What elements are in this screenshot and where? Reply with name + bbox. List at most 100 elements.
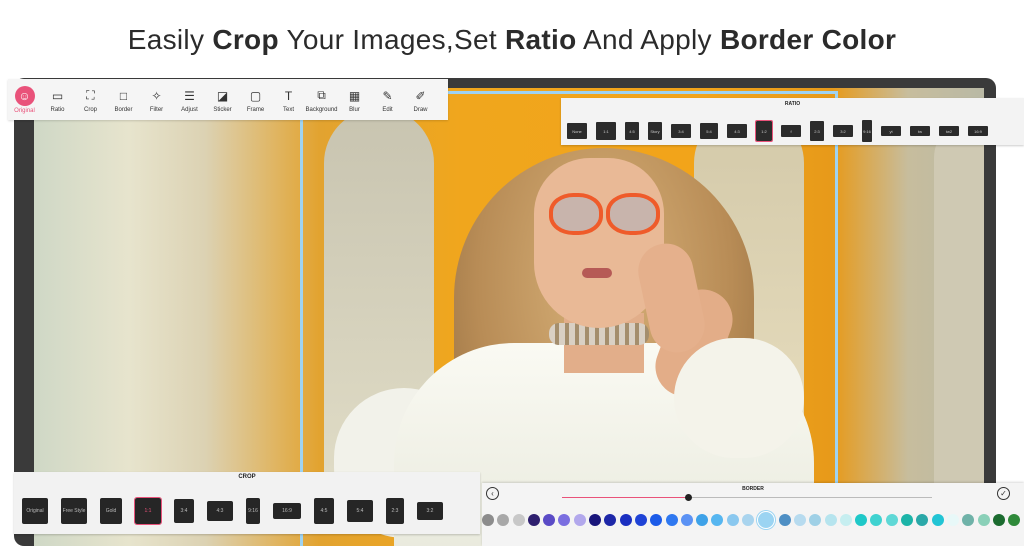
color-swatch[interactable] <box>870 514 883 526</box>
color-swatch[interactable] <box>665 514 678 526</box>
crop-option[interactable]: 5:4 <box>347 500 373 522</box>
color-swatch[interactable] <box>824 514 837 526</box>
tool-text[interactable]: T Text <box>272 87 305 113</box>
crop-option[interactable]: Free Style <box>61 498 87 524</box>
crop-option[interactable]: 16:9 <box>273 503 301 519</box>
ratio-panel-title: RATIO <box>784 101 801 107</box>
color-swatch[interactable] <box>726 514 739 526</box>
tool-original[interactable]: ☺ Original <box>8 85 41 114</box>
background-icon: ⧉ <box>317 88 326 102</box>
color-swatch[interactable] <box>855 514 868 526</box>
ratio-option[interactable]: None <box>567 123 587 139</box>
tool-background[interactable]: ⧉ Background <box>305 87 338 113</box>
crop-option[interactable]: 3:2 <box>417 502 443 520</box>
color-swatch[interactable] <box>742 514 755 526</box>
tool-label: Sticker <box>213 106 232 113</box>
tool-ratio[interactable]: ▭ Ratio <box>41 87 74 113</box>
tool-bar: ☺ Original ▭ Ratio ⛶ Crop □ Border ✧ Filter ☰ Adjus… <box>8 79 448 120</box>
ratio-option[interactable]: 1:2 <box>755 120 773 142</box>
color-swatch[interactable] <box>527 514 540 526</box>
crop-option[interactable]: 9:16 <box>246 498 260 524</box>
tool-draw[interactable]: ✐ Draw <box>404 87 437 113</box>
tool-adjust[interactable]: ☰ Adjust <box>173 87 206 113</box>
ratio-option[interactable]: f <box>781 125 801 137</box>
crop-option[interactable]: 4:5 <box>314 498 334 524</box>
color-swatch[interactable] <box>962 514 975 526</box>
color-swatch[interactable] <box>482 514 494 526</box>
color-swatch[interactable] <box>696 514 709 526</box>
tool-sticker[interactable]: ◪ Sticker <box>206 87 239 113</box>
frame-icon: ▢ <box>249 88 262 103</box>
color-swatch[interactable] <box>793 514 806 526</box>
headline-text: Your Images,Set <box>278 24 506 55</box>
tool-label: Adjust <box>181 106 198 113</box>
color-swatch[interactable] <box>885 514 898 526</box>
ratio-panel: RATIO None 1:1 4:5 Story 3:4 5:4 4:3 1:2 f 2:3 3:2… <box>561 98 1024 145</box>
color-swatch[interactable] <box>839 514 852 526</box>
original-icon: ☺ <box>14 85 35 106</box>
tool-label: Filter <box>149 106 164 113</box>
ratio-option[interactable]: tw <box>910 126 930 136</box>
ratio-option[interactable]: 4:5 <box>625 122 639 140</box>
tool-blur[interactable]: ▦ Blur <box>338 87 371 113</box>
tool-label: Edit <box>382 106 393 113</box>
tool-label: Crop <box>83 106 97 113</box>
ratio-option[interactable]: 4:3 <box>727 124 747 138</box>
tool-label: Blur <box>349 106 360 113</box>
ratio-option[interactable]: tw2 <box>939 126 959 136</box>
color-swatch[interactable] <box>589 514 602 526</box>
headline-bold: Crop <box>212 24 279 55</box>
border-panel: ‹ BORDER ✓ <box>482 483 1024 546</box>
color-swatch[interactable] <box>757 511 776 529</box>
crop-option[interactable]: Gold <box>100 498 122 524</box>
color-swatch[interactable] <box>573 514 586 526</box>
tool-frame[interactable]: ▢ Frame <box>239 87 272 113</box>
draw-icon: ✐ <box>415 88 426 103</box>
color-swatch[interactable] <box>931 514 944 526</box>
adjust-icon: ☰ <box>184 88 195 103</box>
tool-crop[interactable]: ⛶ Crop <box>74 87 107 113</box>
color-swatch[interactable] <box>543 514 556 526</box>
color-swatch[interactable] <box>512 514 525 526</box>
color-swatch[interactable] <box>809 514 822 526</box>
tool-filter[interactable]: ✧ Filter <box>140 87 173 113</box>
color-swatch[interactable] <box>619 514 632 526</box>
ratio-option[interactable]: 16:9 <box>968 126 988 136</box>
crop-option[interactable]: 3:4 <box>174 499 194 523</box>
color-swatch[interactable] <box>634 514 647 526</box>
tool-border[interactable]: □ Border <box>107 87 140 113</box>
check-icon[interactable]: ✓ <box>997 487 1010 500</box>
tool-label: Border <box>114 106 133 113</box>
color-swatch[interactable] <box>711 514 724 526</box>
tool-edit[interactable]: ✎ Edit <box>371 87 404 113</box>
ratio-option[interactable]: yt <box>881 126 901 136</box>
color-swatches <box>482 511 1023 529</box>
ratio-option[interactable]: 2:3 <box>810 121 824 141</box>
crop-option[interactable]: 2:3 <box>386 498 404 524</box>
color-swatch[interactable] <box>650 514 663 526</box>
color-swatch[interactable] <box>1008 514 1021 526</box>
color-swatch[interactable] <box>946 514 959 526</box>
ratio-option[interactable]: 5:4 <box>700 123 718 139</box>
color-swatch[interactable] <box>497 514 510 526</box>
crop-option[interactable]: 1:1 <box>134 497 162 525</box>
ratio-option[interactable]: 3:2 <box>833 125 853 137</box>
color-swatch[interactable] <box>558 514 571 526</box>
color-swatch[interactable] <box>977 514 990 526</box>
headline: Easily Crop Your Images,Set Ratio And Ap… <box>0 24 1024 56</box>
color-swatch[interactable] <box>604 514 617 526</box>
color-swatch[interactable] <box>680 514 693 526</box>
ratio-option[interactable]: Story <box>648 122 662 140</box>
color-swatch[interactable] <box>901 514 914 526</box>
crop-option[interactable]: Original <box>22 498 48 524</box>
color-swatch[interactable] <box>778 514 791 526</box>
ratio-option[interactable]: 3:4 <box>671 124 691 138</box>
tool-label: Original <box>14 107 35 114</box>
color-swatch[interactable] <box>992 514 1005 526</box>
slider-knob[interactable] <box>684 494 692 501</box>
ratio-option[interactable]: 1:1 <box>596 122 616 140</box>
ratio-option[interactable]: 9:16 <box>862 120 872 142</box>
color-swatch[interactable] <box>916 514 929 526</box>
background-arch <box>934 118 984 538</box>
crop-option[interactable]: 4:3 <box>207 501 233 521</box>
